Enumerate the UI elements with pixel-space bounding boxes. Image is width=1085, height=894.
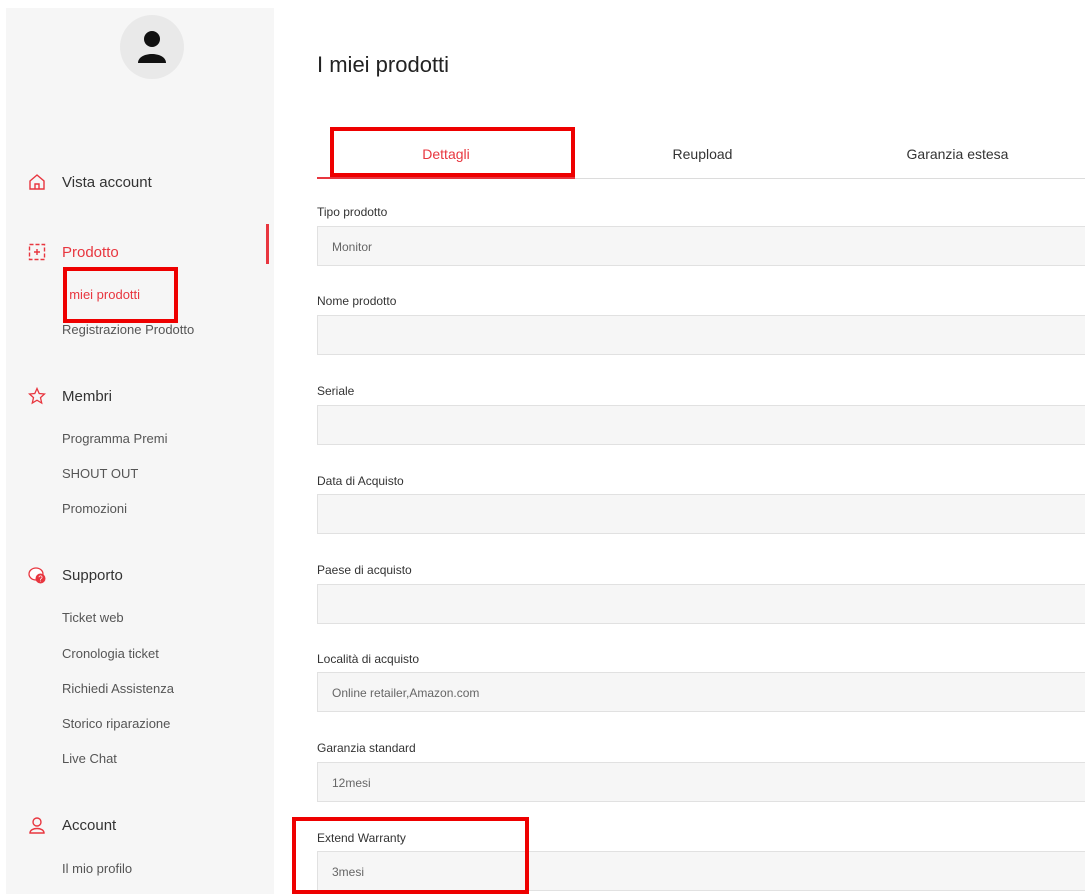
sidebar-subitem-registrazione-prodotto[interactable]: Registrazione Prodotto [62, 322, 194, 337]
sidebar-subitem-ticket-web[interactable]: Ticket web [62, 610, 124, 625]
sidebar-item-supporto[interactable]: ? Supporto [28, 564, 123, 586]
extend-warranty-field[interactable]: 3mesi [317, 851, 1085, 891]
field-label-nome-prodotto: Nome prodotto [317, 294, 397, 308]
seriale-field[interactable] [317, 405, 1085, 445]
star-icon [28, 387, 46, 405]
field-label-seriale: Seriale [317, 384, 355, 398]
garanzia-standard-field[interactable]: 12mesi [317, 762, 1085, 802]
svg-text:?: ? [38, 575, 43, 584]
sidebar-item-label: Membri [62, 387, 113, 405]
sidebar-subitem-cronologia-ticket[interactable]: Cronologia ticket [62, 646, 159, 661]
sidebar-subitem-live-chat[interactable]: Live Chat [62, 751, 117, 766]
sidebar-subitem-shout-out[interactable]: SHOUT OUT [62, 466, 138, 481]
active-indicator [266, 224, 269, 264]
avatar[interactable] [120, 15, 184, 79]
sidebar-item-account[interactable]: Account [28, 814, 116, 836]
sidebar [6, 8, 274, 894]
sidebar-item-label: Account [62, 816, 117, 834]
sidebar-item-label: Supporto [62, 566, 123, 584]
paese-acquisto-field[interactable] [317, 584, 1085, 624]
sidebar-subitem-richiedi-assistenza[interactable]: Richiedi Assistenza [62, 681, 174, 696]
sidebar-item-label: Prodotto [62, 243, 119, 261]
user-silhouette-icon [138, 31, 166, 63]
sidebar-subitem-i-miei-prodotti[interactable]: I miei prodotti [62, 287, 140, 302]
field-label-paese-acquisto: Paese di acquisto [317, 563, 412, 577]
support-chat-icon: ? [28, 567, 46, 584]
sidebar-subitem-programma-premi[interactable]: Programma Premi [62, 431, 167, 446]
user-icon [29, 817, 45, 834]
sidebar-item-label: Vista account [62, 173, 152, 191]
field-label-localita-acquisto: Località di acquisto [317, 652, 420, 666]
sidebar-item-membri[interactable]: Membri [28, 385, 112, 407]
tab-reupload[interactable]: Reupload [575, 130, 830, 178]
sidebar-item-prodotto[interactable]: Prodotto [28, 241, 119, 263]
nome-prodotto-field[interactable] [317, 315, 1085, 355]
page-title: I miei prodotti [317, 52, 450, 77]
field-label-data-acquisto: Data di Acquisto [317, 474, 404, 488]
tipo-prodotto-field[interactable]: Monitor [317, 226, 1085, 266]
field-label-tipo-prodotto: Tipo prodotto [317, 205, 388, 219]
sidebar-subitem-il-mio-profilo[interactable]: Il mio profilo [62, 861, 132, 876]
localita-acquisto-field[interactable]: Online retailer,Amazon.com [317, 672, 1085, 712]
tab-bar: Dettagli Reupload Garanzia estesa [317, 130, 1085, 179]
sidebar-item-vista-account[interactable]: Vista account [28, 171, 152, 193]
tab-dettagli[interactable]: Dettagli [317, 130, 575, 179]
home-icon [29, 174, 45, 190]
product-icon [28, 243, 46, 261]
data-acquisto-field[interactable] [317, 494, 1085, 534]
field-label-garanzia-standard: Garanzia standard [317, 741, 416, 755]
sidebar-subitem-storico-riparazione[interactable]: Storico riparazione [62, 716, 170, 731]
field-label-extend-warranty: Extend Warranty [317, 831, 406, 845]
sidebar-subitem-promozioni[interactable]: Promozioni [62, 501, 127, 516]
tab-garanzia-estesa[interactable]: Garanzia estesa [830, 130, 1085, 178]
